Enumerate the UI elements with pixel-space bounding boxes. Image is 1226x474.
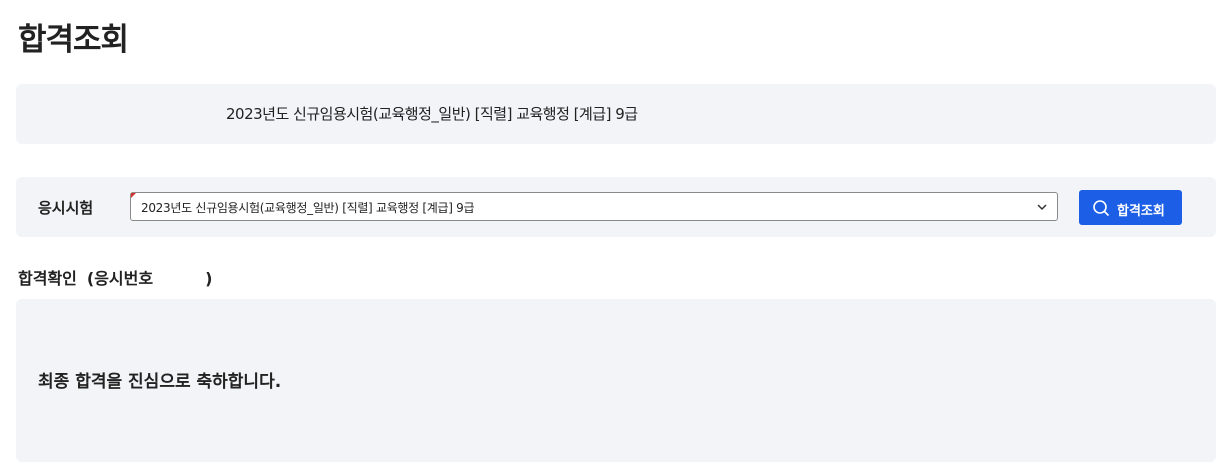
exam-banner: 2023년도 신규임용시험(교육행정_일반) [직렬] 교육행정 [계급] 9급 bbox=[16, 84, 1216, 144]
applicant-number-label: (응시번호 bbox=[86, 269, 154, 288]
result-heading: 합격확인 (응시번호) bbox=[18, 265, 212, 289]
result-heading-title: 합격확인 bbox=[18, 269, 77, 288]
result-message: 최종 합격을 진심으로 축하합니다. bbox=[38, 372, 282, 392]
pass-inquiry-button-label: 합격조회 bbox=[1117, 204, 1165, 219]
exam-banner-text: 2023년도 신규임용시험(교육행정_일반) [직렬] 교육행정 [계급] 9급 bbox=[226, 105, 638, 123]
search-icon bbox=[1093, 200, 1110, 217]
result-box: 최종 합격을 진심으로 축하합니다. bbox=[16, 299, 1216, 462]
exam-select-label: 응시시험 bbox=[38, 199, 94, 217]
exam-select[interactable]: 2023년도 신규임용시험(교육행정_일반) [직렬] 교육행정 [계급] 9급 bbox=[130, 192, 1058, 221]
required-marker bbox=[131, 193, 136, 198]
exam-search-bar: 응시시험 2023년도 신규임용시험(교육행정_일반) [직렬] 교육행정 [계… bbox=[16, 177, 1216, 237]
pass-inquiry-page: 합격조회 2023년도 신규임용시험(교육행정_일반) [직렬] 교육행정 [계… bbox=[0, 0, 1226, 474]
exam-select-value: 2023년도 신규임용시험(교육행정_일반) [직렬] 교육행정 [계급] 9급 bbox=[141, 201, 475, 215]
applicant-number-close: ) bbox=[205, 269, 213, 288]
page-title: 합격조회 bbox=[18, 22, 129, 58]
pass-inquiry-button[interactable]: 합격조회 bbox=[1079, 190, 1182, 225]
chevron-down-icon bbox=[1037, 204, 1047, 211]
